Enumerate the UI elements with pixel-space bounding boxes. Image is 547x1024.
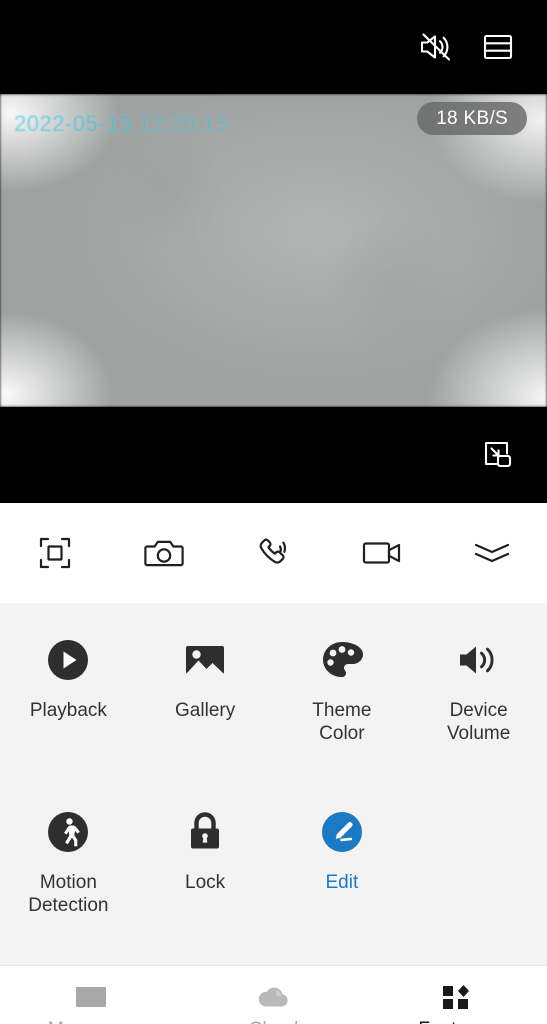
speaker-volume-icon bbox=[456, 637, 502, 683]
top-bar bbox=[0, 0, 547, 94]
video-timestamp-overlay: 2022-05-13 12:29:13 bbox=[14, 111, 228, 137]
timestamp-time: 12:29:13 bbox=[138, 111, 228, 136]
feature-label: Playback bbox=[29, 700, 107, 721]
cloud-icon bbox=[256, 982, 290, 1012]
grid-diamond-icon bbox=[439, 982, 473, 1012]
feature-label: Edit bbox=[325, 872, 359, 893]
speaker-muted-icon[interactable] bbox=[409, 20, 463, 74]
features-row-1: Playback Gallery Theme Color Device Volu… bbox=[0, 621, 547, 793]
features-panel: Playback Gallery Theme Color Device Volu… bbox=[0, 603, 547, 965]
feature-label: Motion Detection bbox=[28, 872, 109, 917]
nav-label: Cloud bbox=[249, 1019, 299, 1024]
feature-lock[interactable]: Lock bbox=[137, 793, 274, 965]
feature-playback[interactable]: Playback bbox=[0, 621, 137, 793]
image-icon bbox=[182, 637, 228, 683]
camera-icon[interactable] bbox=[109, 503, 218, 603]
fullscreen-crop-icon[interactable] bbox=[0, 503, 109, 603]
split-screen-icon[interactable] bbox=[471, 20, 525, 74]
feature-label: Device Volume bbox=[446, 700, 511, 745]
nav-item-features[interactable]: Features bbox=[365, 966, 547, 1024]
feature-device-volume[interactable]: Device Volume bbox=[410, 621, 547, 793]
video-lower-bar bbox=[0, 407, 547, 503]
phone-call-icon[interactable] bbox=[219, 503, 328, 603]
timestamp-date: 2022-05-13 bbox=[14, 111, 132, 136]
pencil-circle-icon bbox=[319, 809, 365, 855]
double-chevron-down-icon[interactable] bbox=[438, 503, 547, 603]
feature-motion-detection[interactable]: Motion Detection bbox=[0, 793, 137, 965]
feature-gallery[interactable]: Gallery bbox=[137, 621, 274, 793]
play-circle-icon bbox=[45, 637, 91, 683]
features-row-2: Motion Detection Lock Edit bbox=[0, 793, 547, 965]
video-camera-icon[interactable] bbox=[328, 503, 437, 603]
feature-theme-color[interactable]: Theme Color bbox=[274, 621, 411, 793]
nav-item-cloud[interactable]: Cloud bbox=[182, 966, 364, 1024]
envelope-icon bbox=[74, 982, 108, 1012]
feature-edit[interactable]: Edit bbox=[274, 793, 411, 965]
app-root: 2022-05-13 12:29:13 18 KB/S Playback Gal… bbox=[0, 0, 547, 1024]
nav-label: Messages bbox=[48, 1019, 135, 1024]
stream-control-bar bbox=[0, 503, 547, 603]
palette-icon bbox=[319, 637, 365, 683]
feature-label: Gallery bbox=[175, 700, 236, 721]
walking-person-circle-icon bbox=[45, 809, 91, 855]
live-video-view[interactable]: 2022-05-13 12:29:13 18 KB/S bbox=[0, 94, 547, 407]
padlock-icon bbox=[182, 809, 228, 855]
video-stream bbox=[0, 94, 547, 407]
nav-label: Features bbox=[418, 1019, 493, 1024]
feature-label: Theme Color bbox=[312, 700, 372, 745]
picture-in-picture-icon[interactable] bbox=[471, 429, 523, 481]
feature-label: Lock bbox=[185, 872, 226, 893]
nav-item-messages[interactable]: Messages bbox=[0, 966, 182, 1024]
bottom-navigation: Messages Cloud Features bbox=[0, 965, 547, 1024]
bitrate-badge: 18 KB/S bbox=[417, 102, 527, 135]
